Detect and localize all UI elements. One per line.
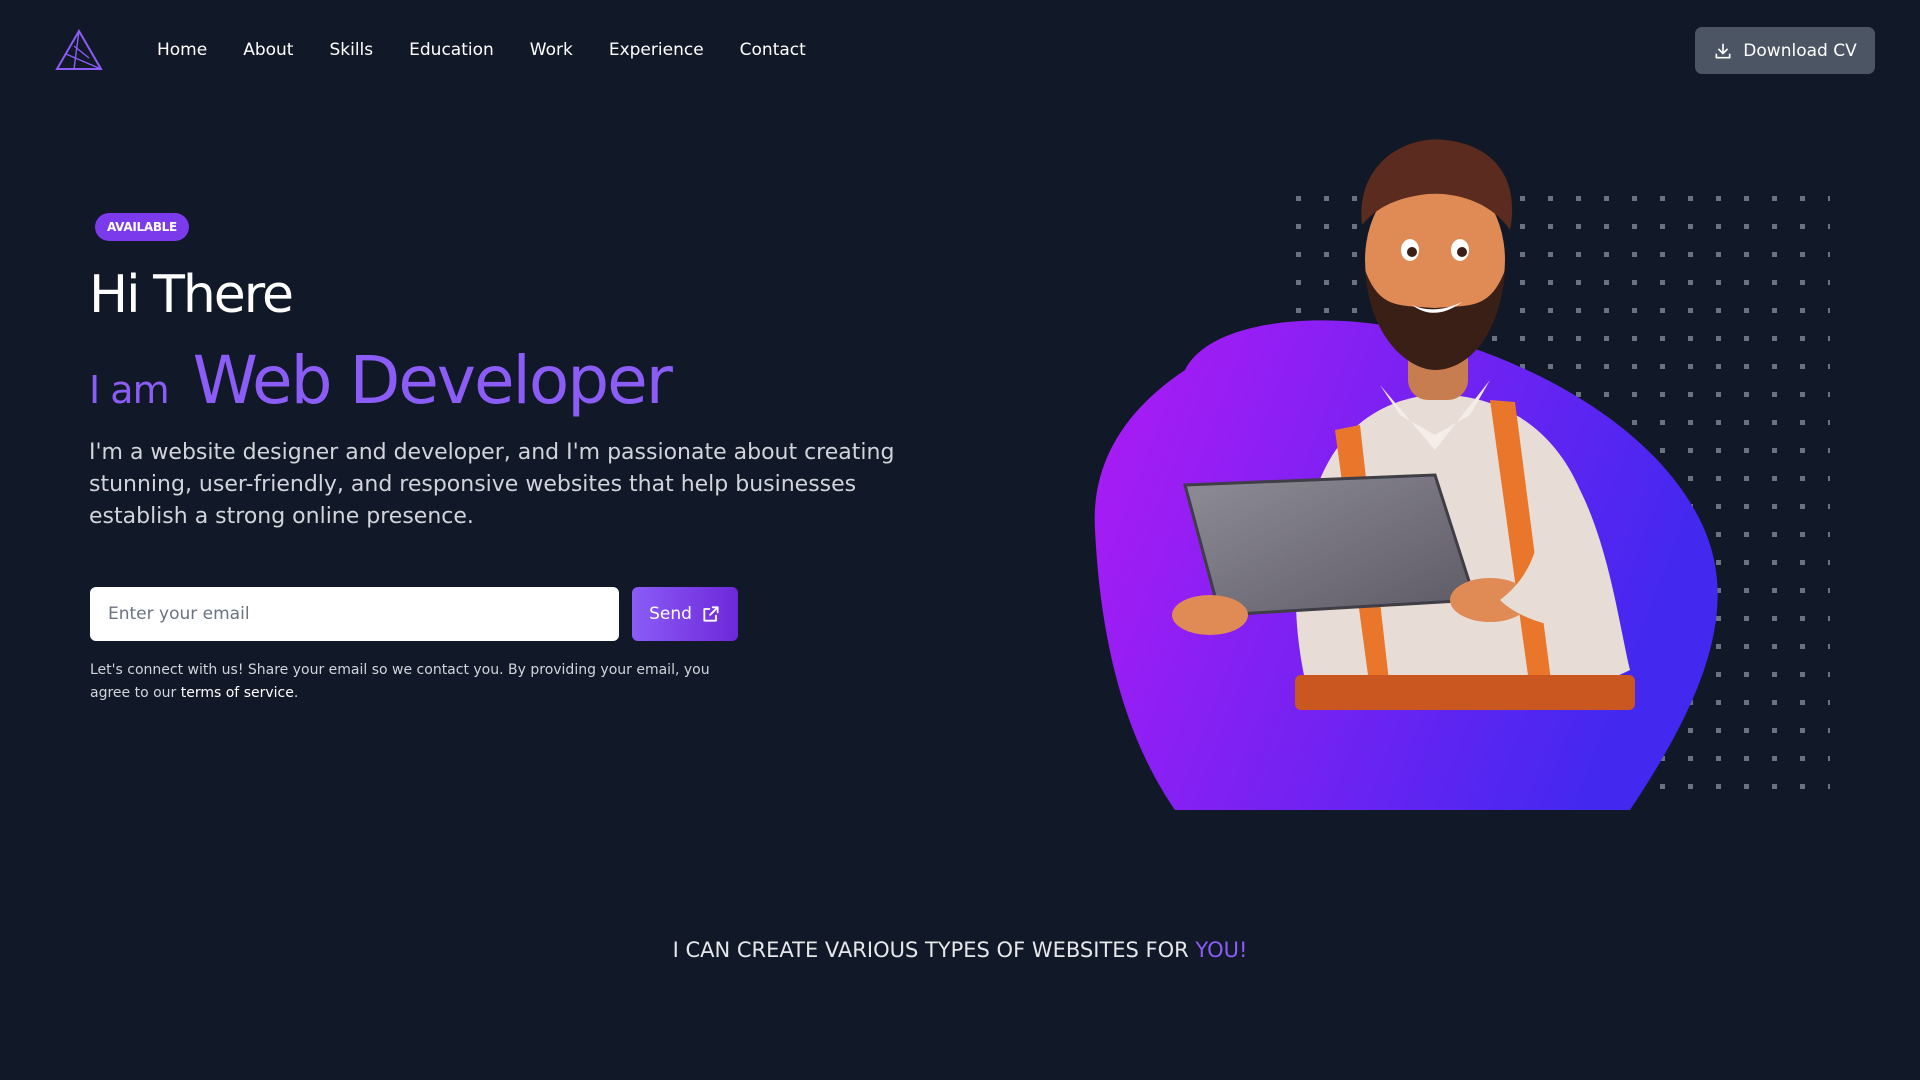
email-disclaimer: Let's connect with us! Share your email …: [90, 659, 740, 705]
download-cv-label: Download CV: [1743, 40, 1857, 61]
status-badge: AVAILABLE: [95, 213, 189, 241]
nav-link-work[interactable]: Work: [530, 38, 573, 62]
nav-links: Home About Skills Education Work Experie…: [157, 38, 842, 62]
laptop: [1183, 473, 1478, 617]
triangle-logo-icon[interactable]: [54, 28, 104, 72]
terms-of-service-link[interactable]: terms of service: [181, 685, 294, 701]
nav-link-skills[interactable]: Skills: [329, 38, 373, 62]
top-navigation: Home About Skills Education Work Experie…: [0, 0, 1920, 100]
download-icon: [1715, 43, 1731, 59]
developer-with-laptop-illustration: [1094, 139, 1830, 810]
hero-iam: I am: [89, 368, 170, 412]
tagline-text: I CAN CREATE VARIOUS TYPES OF WEBSITES F…: [672, 938, 1196, 962]
character-hand-left: [1172, 595, 1248, 635]
send-button[interactable]: Send: [632, 587, 738, 641]
hero-greeting: Hi There: [89, 265, 294, 325]
external-link-icon: [703, 606, 719, 622]
portfolio-page: Home About Skills Education Work Experie…: [0, 0, 1920, 1080]
download-cv-button[interactable]: Download CV: [1695, 27, 1875, 74]
hero-role: I am Web Developer: [89, 342, 673, 419]
nav-link-home[interactable]: Home: [157, 38, 207, 62]
services-tagline: I CAN CREATE VARIOUS TYPES OF WEBSITES F…: [0, 938, 1920, 962]
nav-link-experience[interactable]: Experience: [609, 38, 704, 62]
tagline-highlight: YOU!: [1195, 938, 1248, 962]
nav-link-education[interactable]: Education: [409, 38, 494, 62]
hero-role-title: Web Developer: [192, 342, 673, 419]
character-pants: [1295, 675, 1635, 710]
disclaimer-end: .: [293, 685, 299, 701]
email-input[interactable]: [90, 587, 619, 641]
nav-link-contact[interactable]: Contact: [740, 38, 806, 62]
nav-link-about[interactable]: About: [243, 38, 293, 62]
send-label: Send: [649, 604, 692, 624]
hero-description: I'm a website designer and developer, an…: [89, 440, 895, 529]
